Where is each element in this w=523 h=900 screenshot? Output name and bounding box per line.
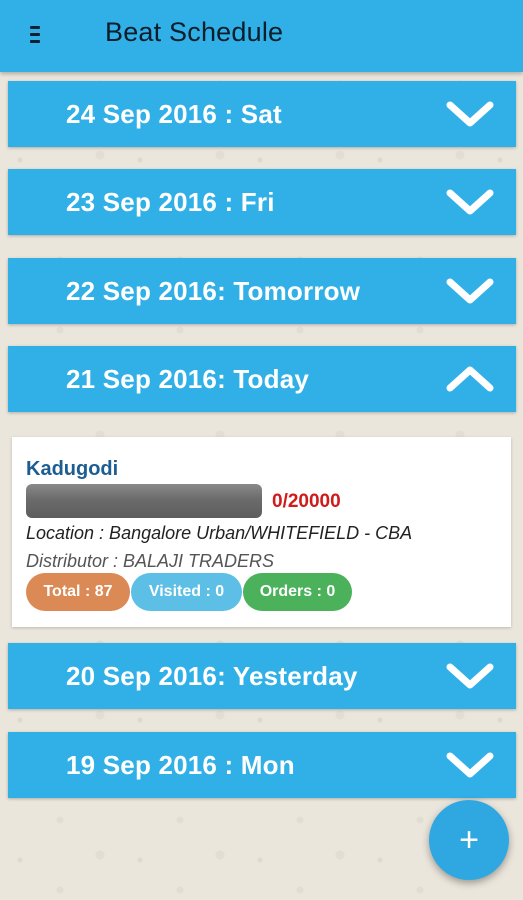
chevron-down-icon[interactable] [444,183,496,221]
menu-icon-bar [30,26,40,29]
date-section-21-sep[interactable]: 21 Sep 2016: Today [8,346,516,412]
beat-name: Kadugodi [26,458,119,480]
target-progress-bar [26,484,262,518]
date-section-label: 23 Sep 2016 : Fri [66,187,275,217]
target-progress-text: 0/20000 [272,491,341,512]
date-section-label: 22 Sep 2016: Tomorrow [66,276,361,306]
beat-card[interactable]: Kadugodi 0/20000 Location : Bangalore Ur… [12,437,511,627]
menu-icon-bar [30,40,40,43]
chevron-down-icon[interactable] [444,95,496,133]
visited-badge[interactable]: Visited : 0 [131,573,242,611]
date-section-label: 21 Sep 2016: Today [66,364,310,394]
plus-icon: + [459,821,479,859]
date-section-19-sep[interactable]: 19 Sep 2016 : Mon [8,732,516,798]
date-section-label: 24 Sep 2016 : Sat [66,99,282,129]
date-section-22-sep[interactable]: 22 Sep 2016: Tomorrow [8,258,516,324]
orders-badge[interactable]: Orders : 0 [243,573,352,611]
chevron-down-icon[interactable] [444,746,496,784]
chevron-down-icon[interactable] [444,657,496,695]
chevron-down-icon[interactable] [444,272,496,310]
date-section-24-sep[interactable]: 24 Sep 2016 : Sat [8,81,516,147]
chevron-up-icon[interactable] [444,360,496,398]
menu-icon-bar [30,33,40,36]
page-title: Beat Schedule [105,17,284,47]
distributor-text: Distributor : BALAJI TRADERS [26,551,275,571]
date-section-20-sep[interactable]: 20 Sep 2016: Yesterday [8,643,516,709]
date-section-label: 19 Sep 2016 : Mon [66,750,295,780]
app-bar: Beat Schedule [0,0,523,72]
location-text: Location : Bangalore Urban/WHITEFIELD - … [26,523,413,543]
date-section-label: 20 Sep 2016: Yesterday [66,661,358,691]
add-button[interactable]: + [429,800,509,880]
date-section-23-sep[interactable]: 23 Sep 2016 : Fri [8,169,516,235]
menu-icon[interactable] [24,22,50,48]
total-badge[interactable]: Total : 87 [26,573,130,611]
